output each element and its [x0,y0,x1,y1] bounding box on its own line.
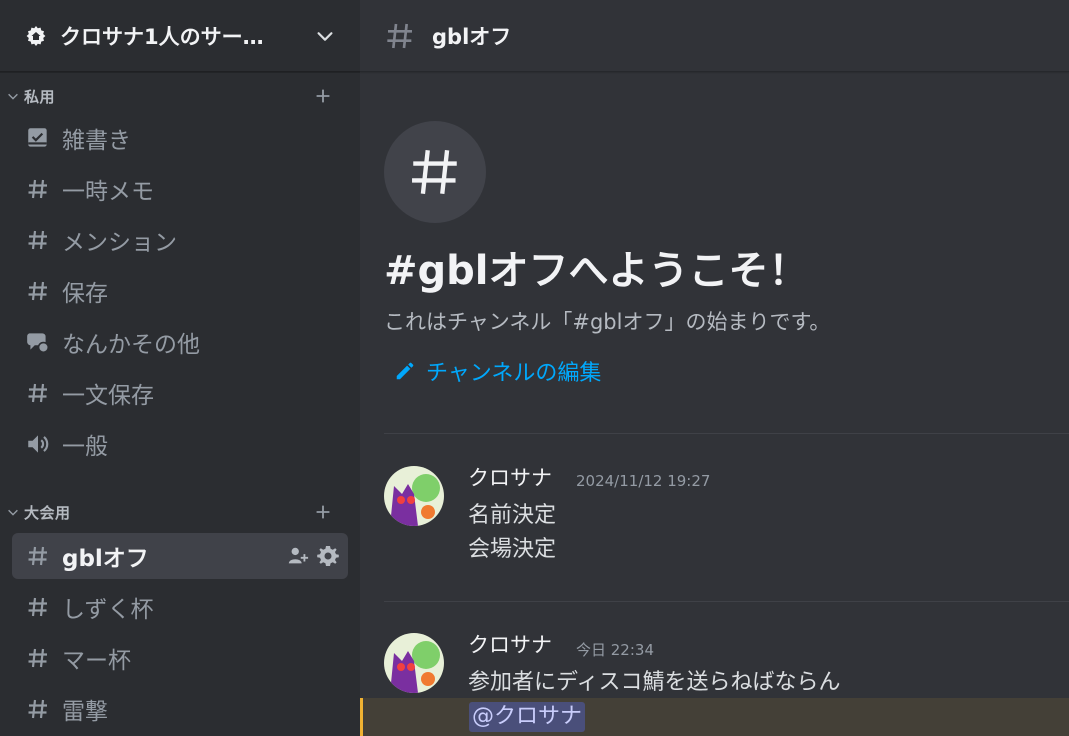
channel-label: 一般 [62,434,108,460]
chevron-down-icon [8,509,18,516]
channel-label: 雑書き [62,128,131,154]
message-author[interactable]: クロサナ [468,629,552,659]
channel-topbar: gblオフ [360,0,1069,72]
category-private[interactable]: 私用 [0,81,360,111]
welcome-title: #gblオフへようこそ！ [384,248,809,294]
message-timestamp: 今日 22:34 [576,641,654,659]
hash-icon [24,379,52,407]
channel-label: なんかその他 [62,332,200,358]
channel-label: 一文保存 [62,383,154,409]
avatar[interactable] [384,633,444,693]
plus-icon[interactable] [312,85,334,107]
channel-label: マー杯 [62,648,131,674]
hash-icon [24,695,52,723]
message-timestamp: 2024/11/12 19:27 [576,472,711,490]
channel-label: 雷撃 [62,699,108,725]
channel-label: メンション [62,230,177,256]
plus-icon[interactable] [312,501,334,523]
channel-item-hozon[interactable]: 保存 [12,268,348,314]
chat-main: gblオフ #gblオフへようこそ！ これはチャンネル「#gblオフ」の始まりで… [360,0,1069,736]
hash-icon [24,277,52,305]
channel-title: gblオフ [432,24,512,49]
hash-icon [24,593,52,621]
pencil-icon [396,362,414,380]
category-label: 私用 [24,87,56,106]
hash-icon [412,150,457,194]
hash-icon [24,226,52,254]
message-text: 名前決定 [468,503,557,528]
channel-label: 保存 [62,281,108,307]
message-text: 会場決定 [468,537,557,562]
invite-user-icon[interactable] [286,544,310,568]
chevron-down-icon [8,93,18,100]
speaker-icon [24,430,52,458]
welcome-hash-badge [384,121,486,223]
channel-item-zatsugaki[interactable]: 雑書き [12,115,348,161]
home-shield-icon [24,24,48,48]
user-mention[interactable]: @クロサナ [469,702,586,732]
channel-item-ichibun-hozon[interactable]: 一文保存 [12,370,348,416]
message-text: 参加者にディスコ鯖を送らねばならん [468,670,841,695]
divider [384,433,1069,434]
channel-item-ippan-voice[interactable]: 一般 [12,421,348,467]
channel-item-gbl-off[interactable]: gblオフ [12,533,348,579]
forum-icon [24,124,52,152]
edit-channel-link[interactable]: チャンネルの編集 [394,355,601,387]
hash-icon [24,175,52,203]
hash-icon [387,23,412,48]
channel-item-shizuku-hai[interactable]: しずく杯 [12,584,348,630]
avatar[interactable] [384,466,444,526]
channel-item-ma-hai[interactable]: マー杯 [12,635,348,681]
chevron-down-icon [317,31,333,41]
channel-sidebar: クロサナ1人のサー… 私用 雑書き 一時メモ メンション 保存 なんかその他 一… [0,0,360,736]
mention-highlight-row: @クロサナ [360,698,1069,736]
thread-chat-icon [24,328,52,356]
gear-icon[interactable] [316,544,340,568]
channel-item-nanka-sonota[interactable]: なんかその他 [12,319,348,365]
server-header[interactable]: クロサナ1人のサー… [0,0,360,72]
channel-item-ichiji-memo[interactable]: 一時メモ [12,166,348,212]
category-tournament[interactable]: 大会用 [0,497,360,527]
channel-label: しずく杯 [62,597,154,623]
channel-label: 一時メモ [62,179,154,205]
message-author[interactable]: クロサナ [468,462,552,492]
channel-item-mention[interactable]: メンション [12,217,348,263]
hash-icon [24,644,52,672]
welcome-subtitle: これはチャンネル「#gblオフ」の始まりです。 [384,310,831,334]
channel-item-raigeki[interactable]: 雷撃 [12,686,348,732]
server-name: クロサナ1人のサー… [60,24,264,49]
channel-label: gblオフ [62,546,149,572]
edit-channel-label: チャンネルの編集 [426,361,602,386]
divider [384,601,1069,602]
hash-icon [24,542,52,570]
category-label: 大会用 [24,503,71,522]
